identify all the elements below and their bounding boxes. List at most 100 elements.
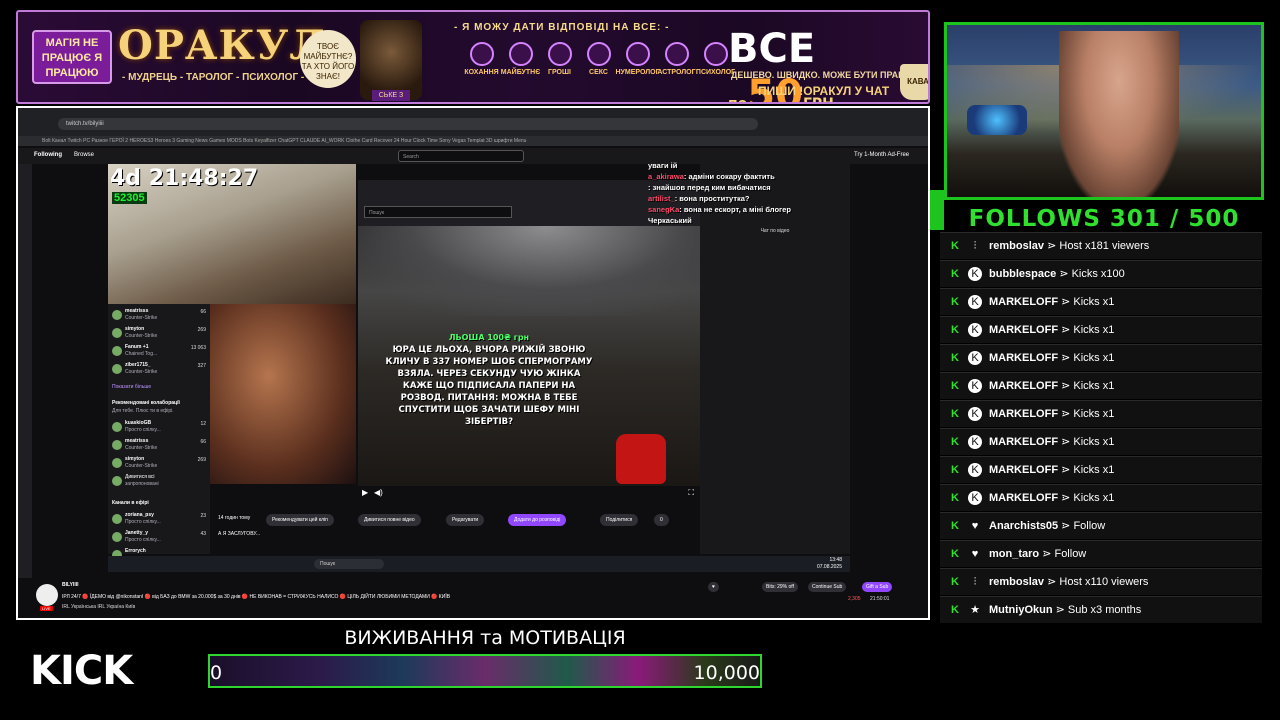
nav-browse[interactable]: Browse bbox=[74, 152, 94, 158]
stream-tags[interactable]: IRL Українська IRL Україна Київ bbox=[62, 604, 135, 610]
event-user: MARKELOFF bbox=[989, 324, 1059, 336]
list-item[interactable]: Дивитися всі запропоновані bbox=[112, 474, 208, 492]
event-text: MARKELOFF ⋗ Kicks x1 bbox=[989, 295, 1114, 308]
kick-icon: K bbox=[968, 267, 982, 281]
event-action: Kicks x1 bbox=[1073, 492, 1115, 504]
address-bar[interactable]: twitch.tv/bilyiiii bbox=[58, 118, 758, 130]
event-action: Kicks x1 bbox=[1073, 408, 1115, 420]
topic-psychology: ПСИХОЛОГ bbox=[696, 42, 735, 76]
event-row: K Kbubblespace ⋗ Kicks x100 bbox=[940, 260, 1262, 287]
gift-sub-button[interactable]: Gift a Sub bbox=[862, 582, 893, 592]
kick-icon: K bbox=[951, 548, 959, 560]
twitch-search-input[interactable]: Search bbox=[398, 150, 524, 162]
taskbar-time: 13:48 bbox=[829, 557, 842, 563]
event-row: K ⫶ remboslav ⋗ Host x181 viewers bbox=[940, 232, 1262, 259]
avatar bbox=[112, 346, 122, 356]
list-item[interactable]: zoriana_psy Просто спілку... 23 bbox=[112, 512, 208, 530]
topic-astrology: АСТРОЛОГ bbox=[657, 42, 696, 76]
event-text: MutniyOkun ⋗ Sub x3 months bbox=[989, 603, 1141, 616]
event-text: MARKELOFF ⋗ Kicks x1 bbox=[989, 407, 1114, 420]
event-user: MARKELOFF bbox=[989, 492, 1059, 504]
viewer-count: 2,305 bbox=[848, 596, 861, 602]
clip-title: А Я ЗАСЛУГОВУ... bbox=[218, 531, 261, 537]
avatar bbox=[112, 514, 122, 524]
list-item[interactable]: ziber1715_ Counter-Strike 327 bbox=[112, 362, 208, 380]
bits-button[interactable]: Bits: 29% off bbox=[762, 582, 798, 592]
goal-progress-bar: 0 10,000 bbox=[208, 654, 762, 688]
arrow-icon: ⋗ bbox=[1061, 352, 1071, 364]
avatar bbox=[112, 328, 122, 338]
add-to-story-button[interactable]: Додати до розповіді bbox=[508, 514, 567, 526]
kick-icon: K bbox=[951, 408, 959, 420]
event-row: K K MARKELOFF ⋗ Kicks x1 bbox=[940, 456, 1262, 483]
streamer-name[interactable]: BILYIIII bbox=[62, 582, 79, 588]
kick-icon: K bbox=[951, 576, 959, 588]
event-row: K K MARKELOFF ⋗ Kicks x1 bbox=[940, 316, 1262, 343]
event-action: Kicks x1 bbox=[1073, 296, 1115, 308]
donation-alert: ЛЬОША 100₴ грн ЮРА ЦЕ ЛЬОХА, ВЧОРА РИЖІЙ… bbox=[382, 332, 596, 428]
chat-message: уваги ій bbox=[648, 161, 678, 170]
topic-sex: СЕКС bbox=[583, 42, 614, 76]
banner-write-line: ПИШИ !ОРАКУЛ У ЧАТ bbox=[758, 84, 890, 98]
banner-headline: - Я МОЖУ ДАТИ ВІДПОВІДІ НА ВСЕ: - bbox=[454, 22, 670, 33]
star-icon: ★ bbox=[970, 604, 980, 616]
list-item[interactable]: meatrisss Counter-Strike 66 bbox=[112, 308, 208, 326]
event-action: Kicks x1 bbox=[1073, 324, 1115, 336]
volume-icon[interactable]: ◀) bbox=[374, 488, 383, 497]
event-row: K K MARKELOFF ⋗ Kicks x1 bbox=[940, 288, 1262, 315]
continue-sub-button[interactable]: Continue Sub bbox=[808, 582, 847, 592]
list-item[interactable]: simyton Counter-Strike 269 bbox=[112, 326, 208, 344]
avatar[interactable] bbox=[36, 584, 58, 606]
event-action: Kicks x1 bbox=[1073, 352, 1115, 364]
list-item[interactable]: kuaskioGB Просто спілку... 12 bbox=[112, 420, 208, 438]
chat-message: Черкаський bbox=[648, 216, 692, 225]
list-item[interactable]: simyton Counter-Strike 269 bbox=[112, 456, 208, 474]
event-user: MARKELOFF bbox=[989, 464, 1059, 476]
event-row: K K MARKELOFF ⋗ Kicks x1 bbox=[940, 400, 1262, 427]
event-action: Host x181 viewers bbox=[1059, 240, 1150, 252]
play-icon[interactable]: ▶ bbox=[362, 488, 368, 497]
kick-icon: K bbox=[968, 463, 982, 477]
event-action: Follow bbox=[1054, 548, 1087, 560]
ad-free-button[interactable]: Try 1-Month Ad-Free bbox=[854, 152, 909, 158]
apple-icon bbox=[586, 42, 611, 66]
kick-icon: K bbox=[951, 492, 959, 504]
avatar bbox=[112, 364, 122, 374]
kick-icon: K bbox=[968, 351, 982, 365]
nav-following[interactable]: Following bbox=[34, 152, 62, 158]
banner-topic-icons: КОХАННЯ МАЙБУТНЄ ГРОШІ СЕКС НУМЕРОЛОГ АС… bbox=[464, 42, 735, 76]
recommend-clip-button[interactable]: Рекомендувати цей кліп bbox=[266, 514, 334, 526]
show-more-link[interactable]: Показати більше bbox=[112, 384, 151, 390]
stream-timer: 4d 21:48:27 bbox=[110, 166, 259, 191]
streamer-webcam bbox=[944, 22, 1264, 200]
kick-icon: K bbox=[968, 491, 982, 505]
avatar bbox=[112, 458, 122, 468]
kick-icon: K bbox=[951, 604, 959, 616]
list-item[interactable]: Fanum +1 Chained Tog... 13 063 bbox=[112, 344, 208, 362]
event-row: K ★ MutniyOkun ⋗ Sub x3 months bbox=[940, 596, 1262, 623]
bookmarks-bar[interactable]: Bolt Канал Twitch PC Разное ГЕРОЇ 2 HERO… bbox=[18, 136, 928, 146]
browser-tabbar: twitch.tv/bilyiiii bbox=[18, 108, 928, 136]
list-item[interactable]: Janetty_y Просто спілку... 43 bbox=[112, 530, 208, 548]
green-accent bbox=[930, 190, 944, 230]
event-row: K K MARKELOFF ⋗ Kicks x1 bbox=[940, 428, 1262, 455]
arrow-icon: ⋗ bbox=[1061, 436, 1071, 448]
inner-search-input[interactable]: Пошук bbox=[364, 206, 512, 218]
live-channels-heading: Канали в ефірі bbox=[112, 500, 149, 506]
kick-icon: K bbox=[951, 436, 959, 448]
kick-icon: K bbox=[951, 324, 959, 336]
numbers-icon bbox=[625, 42, 650, 66]
taskbar-search[interactable]: Пошук bbox=[314, 559, 384, 569]
event-text: remboslav ⋗ Host x110 viewers bbox=[989, 575, 1148, 588]
share-button[interactable]: Поділитися bbox=[600, 514, 639, 526]
live-badge: LIVE bbox=[40, 606, 53, 611]
list-item[interactable]: meatrisss Counter-Strike 66 bbox=[112, 438, 208, 456]
watch-full-video-button[interactable]: Дивитися повне відео bbox=[358, 514, 421, 526]
edit-button[interactable]: Редагувати bbox=[446, 514, 485, 526]
arrow-icon: ⋗ bbox=[1061, 296, 1071, 308]
event-text: remboslav ⋗ Host x181 viewers bbox=[989, 239, 1149, 252]
heart-icon[interactable]: ♥ bbox=[708, 582, 719, 592]
like-count-button[interactable]: 0 bbox=[654, 514, 669, 526]
fullscreen-icon[interactable]: ⛶ bbox=[688, 488, 694, 498]
event-text: Anarchists05 ⋗ Follow bbox=[989, 519, 1105, 532]
